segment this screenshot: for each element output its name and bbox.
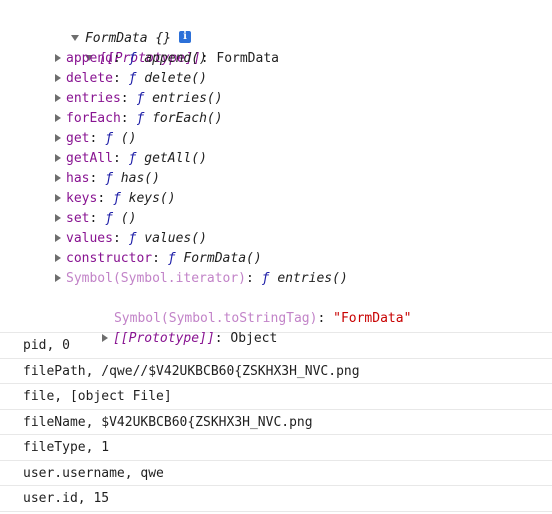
expand-triangle-icon[interactable] — [55, 253, 61, 262]
expand-triangle-icon[interactable] — [55, 193, 61, 202]
function-signature: values() — [144, 231, 207, 246]
property-row[interactable]: forEach: ƒ forEach() — [55, 109, 223, 129]
property-row[interactable]: get: ƒ () — [55, 129, 136, 149]
property-key: values — [66, 231, 113, 246]
property-row[interactable]: keys: ƒ keys() — [55, 189, 176, 209]
property-row[interactable]: has: ƒ has() — [55, 169, 160, 189]
expand-triangle-icon[interactable] — [55, 213, 61, 222]
prototype-row[interactable]: [[Prototype]]: FormData — [38, 29, 279, 66]
function-signature: () — [120, 131, 137, 146]
property-key: Symbol(Symbol.iterator) — [66, 271, 247, 286]
expand-triangle-icon[interactable] — [55, 73, 61, 82]
property-key: getAll — [66, 151, 113, 166]
property-key: forEach — [66, 111, 121, 126]
function-signature: has() — [120, 171, 160, 186]
devtools-console: FormData {} i [[Prototype]]: FormData app… — [0, 0, 552, 514]
property-row[interactable]: delete: ƒ delete() — [55, 69, 207, 89]
property-key: keys — [66, 191, 98, 206]
property-key: delete — [66, 71, 113, 86]
function-signature: keys() — [128, 191, 176, 206]
function-signature: forEach() — [152, 111, 223, 126]
function-signature: entries() — [277, 271, 348, 286]
inner-prototype-key: [[Prototype]] — [112, 331, 215, 346]
expand-triangle-icon[interactable] — [101, 333, 108, 342]
property-row[interactable]: values: ƒ values() — [55, 229, 207, 249]
inner-prototype-row[interactable]: [[Prototype]]: Object — [55, 309, 277, 346]
log-line: user.id, 15 — [0, 486, 552, 512]
function-signature: FormData() — [183, 251, 262, 266]
log-line: file, [object File] — [0, 384, 552, 410]
expand-triangle-icon[interactable] — [55, 93, 61, 102]
function-keyword: ƒ — [261, 271, 270, 286]
property-row[interactable]: entries: ƒ entries() — [55, 89, 223, 109]
property-row[interactable]: append: ƒ append() — [55, 49, 207, 69]
tostringtag-value: "FormData" — [333, 311, 412, 326]
tostringtag-row: Symbol(Symbol.toStringTag): "FormData" — [113, 311, 412, 326]
property-key: entries — [66, 91, 121, 106]
inner-prototype-value: Object — [230, 331, 278, 346]
log-line: fileName, $V42UKBCB60{ZSKHX3H_NVC.png — [0, 410, 552, 435]
expand-triangle-icon[interactable] — [55, 133, 61, 142]
expand-triangle-icon[interactable] — [55, 233, 61, 242]
function-keyword: ƒ — [167, 251, 176, 266]
formdata-object-tree: FormData {} i [[Prototype]]: FormData app… — [0, 0, 552, 346]
function-keyword: ƒ — [105, 211, 113, 226]
property-row[interactable]: constructor: ƒ FormData() — [55, 249, 262, 269]
prototype-value: FormData — [216, 51, 279, 66]
function-signature: entries() — [152, 91, 223, 106]
function-keyword: ƒ — [112, 191, 121, 206]
property-row[interactable]: Symbol(Symbol.iterator): ƒ entries() — [55, 269, 348, 289]
formdata-root-row[interactable]: FormData {} i — [24, 9, 192, 46]
log-line: fileType, 1 — [0, 435, 552, 461]
function-signature: () — [120, 211, 137, 226]
expand-triangle-icon[interactable] — [55, 113, 61, 122]
expand-triangle-icon[interactable] — [55, 273, 61, 282]
property-key: get — [66, 131, 90, 146]
expand-triangle-icon[interactable] — [55, 173, 61, 182]
property-row[interactable]: set: ƒ () — [55, 209, 136, 229]
property-key: constructor — [66, 251, 153, 266]
function-signature: getAll() — [144, 151, 207, 166]
function-keyword: ƒ — [105, 131, 113, 146]
property-row[interactable]: getAll: ƒ getAll() — [55, 149, 207, 169]
function-signature: delete() — [144, 71, 207, 86]
log-line: user.username, qwe — [0, 461, 552, 486]
property-key: set — [66, 211, 90, 226]
property-key: append — [66, 51, 113, 66]
expand-triangle-icon[interactable] — [55, 153, 61, 162]
function-signature: append() — [144, 51, 207, 66]
expand-triangle-icon[interactable] — [55, 53, 61, 62]
property-key: has — [66, 171, 90, 186]
function-keyword: ƒ — [105, 171, 113, 186]
